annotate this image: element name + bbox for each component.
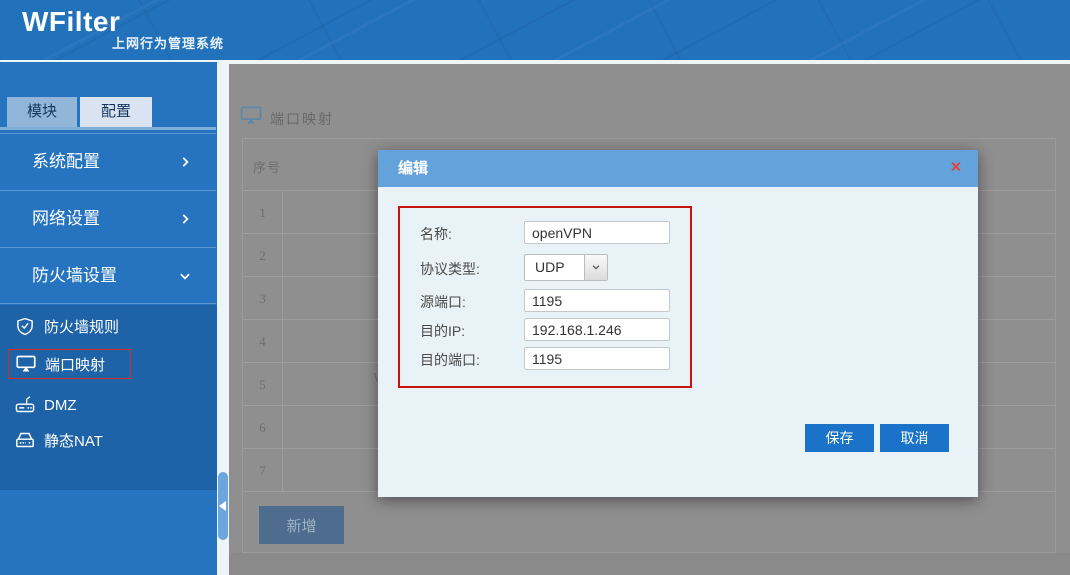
add-button[interactable]: 新增 xyxy=(259,506,344,544)
row-index: 1 xyxy=(243,191,283,233)
sidebar-item-label: DMZ xyxy=(44,397,77,414)
source-port-field[interactable] xyxy=(524,289,670,312)
source-port-label: 源端口: xyxy=(420,292,466,312)
screen-share-icon xyxy=(16,355,36,373)
edit-modal: 编辑 ✕ 名称: 协议类型: UDP 源端口: 目的IP: 目的端口: 保存 取… xyxy=(378,150,978,497)
dest-port-field[interactable] xyxy=(524,347,670,370)
row-index: 4 xyxy=(243,320,283,362)
app-header: WFilter 上网行为管理系统 xyxy=(0,0,1070,60)
content-footer-strip xyxy=(229,553,1070,575)
chevron-down-icon xyxy=(584,255,607,280)
close-icon[interactable]: ✕ xyxy=(949,159,962,177)
sidebar-item-label: 静态NAT xyxy=(44,430,103,451)
tab-config[interactable]: 配置 xyxy=(80,97,152,127)
protocol-label: 协议类型: xyxy=(420,259,480,279)
name-field[interactable] xyxy=(524,221,670,244)
sidebar-section-network-settings[interactable]: 网络设置 xyxy=(0,190,216,247)
sidebar-item-firewall-rules[interactable]: 防火墙规则 xyxy=(8,311,119,341)
protocol-select-value: UDP xyxy=(535,259,565,275)
chevron-left-icon xyxy=(219,501,226,511)
chevron-right-icon xyxy=(178,212,192,226)
section-label: 防火墙设置 xyxy=(32,248,117,304)
brand-subtitle: 上网行为管理系统 xyxy=(112,33,224,52)
sidebar-item-dmz[interactable]: DMZ xyxy=(8,390,77,420)
sidebar-section-system-config[interactable]: 系统配置 xyxy=(0,133,216,190)
chevron-right-icon xyxy=(178,155,192,169)
sidebar-item-label: 防火墙规则 xyxy=(44,316,119,337)
sidebar-item-port-mapping[interactable]: 端口映射 xyxy=(8,349,131,379)
screen-share-icon xyxy=(240,106,262,125)
row-index: 2 xyxy=(243,234,283,276)
sidebar-item-static-nat[interactable]: 静态NAT xyxy=(8,425,103,455)
column-header-index: 序号 xyxy=(253,157,281,176)
modal-title: 编辑 xyxy=(398,150,428,187)
sidebar-item-label: 端口映射 xyxy=(45,354,105,375)
dest-ip-label: 目的IP: xyxy=(420,321,465,341)
firewall-submenu: 防火墙规则 端口映射 DMZ 静态NAT xyxy=(0,305,217,490)
tab-modules[interactable]: 模块 xyxy=(7,97,77,127)
nat-device-icon xyxy=(15,431,35,449)
chevron-down-icon xyxy=(178,269,192,283)
sidebar: 模块 配置 系统配置 网络设置 防火墙设置 xyxy=(0,62,217,575)
protocol-select[interactable]: UDP xyxy=(524,254,608,281)
modal-header: 编辑 ✕ xyxy=(378,150,978,187)
save-button[interactable]: 保存 xyxy=(805,424,874,452)
tab-underline xyxy=(0,127,216,130)
sidebar-collapse-handle[interactable] xyxy=(218,472,228,540)
router-icon xyxy=(15,396,35,414)
section-label: 系统配置 xyxy=(32,134,100,190)
brand-logo: WFilter xyxy=(22,6,120,38)
row-index: 3 xyxy=(243,277,283,319)
dest-port-label: 目的端口: xyxy=(420,350,480,370)
wfilter-app: WFilter 上网行为管理系统 模块 配置 系统配置 网络设置 防火墙设置 xyxy=(0,0,1070,575)
name-label: 名称: xyxy=(420,224,452,244)
row-index: 7 xyxy=(243,449,283,491)
row-index: 6 xyxy=(243,406,283,448)
sidebar-nav: 系统配置 网络设置 防火墙设置 xyxy=(0,133,216,304)
dest-ip-field[interactable] xyxy=(524,318,670,341)
section-label: 网络设置 xyxy=(32,191,100,247)
cancel-button[interactable]: 取消 xyxy=(880,424,949,452)
sidebar-section-firewall-settings[interactable]: 防火墙设置 xyxy=(0,247,216,304)
page-title: 端口映射 xyxy=(270,109,334,129)
shield-check-icon xyxy=(15,317,35,335)
row-index: 5 xyxy=(243,363,283,405)
